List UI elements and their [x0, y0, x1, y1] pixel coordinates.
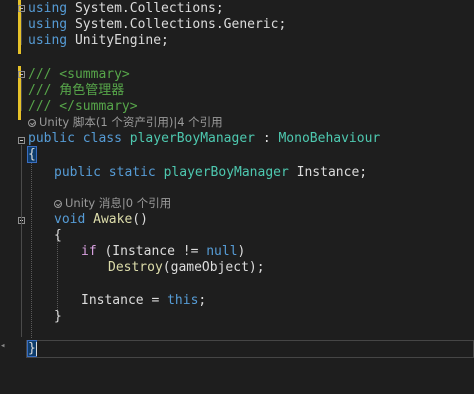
code-text: (Instance != [96, 244, 207, 259]
text-caret [36, 342, 37, 356]
code-editor[interactable]: using System.Collections; using System.C… [0, 0, 474, 377]
code-text: ; [198, 293, 207, 308]
code-text: (gameObject); [162, 260, 265, 275]
keyword: static [100, 165, 164, 180]
codelens-text[interactable]: Unity 脚本(1 个资产引用)|4 个引用 [39, 115, 223, 129]
code-text: ) [237, 244, 246, 259]
open-brace: { [27, 146, 37, 163]
base-class-name: MonoBehaviour [278, 131, 381, 146]
keyword: using [28, 33, 68, 48]
close-brace: } [54, 309, 62, 324]
keyword: void [54, 212, 86, 227]
code-text: Instance; [288, 165, 368, 180]
keyword: public [54, 165, 101, 180]
code-text: System.Collections; [67, 1, 224, 16]
code-line[interactable]: } [0, 308, 474, 326]
control-keyword: if [81, 244, 97, 259]
code-text: Instance = [81, 293, 168, 308]
doc-comment: /// </summary> [28, 99, 138, 114]
keyword: null [206, 244, 238, 259]
code-text: : [255, 131, 279, 146]
code-text: UnityEngine; [67, 33, 169, 48]
code-line[interactable]: public static playerBoyManager Instance; [0, 164, 474, 182]
code-line[interactable]: Destroy(gameObject); [0, 259, 474, 277]
codelens-icon [54, 199, 62, 208]
class-name: playerBoyManager [163, 165, 289, 180]
codelens-icon [28, 118, 36, 127]
keyword: using [28, 17, 68, 32]
code-line[interactable]: } [0, 340, 474, 358]
codelens-text[interactable]: Unity 消息|0 个引用 [65, 196, 171, 210]
method-name: Awake [85, 212, 133, 227]
code-line[interactable]: { [0, 146, 474, 164]
open-brace: { [54, 228, 62, 243]
code-text: System.Collections.Generic; [67, 17, 287, 32]
close-brace: } [27, 340, 37, 357]
keyword: this [167, 293, 199, 308]
method-name: Destroy [108, 260, 163, 275]
codelens[interactable]: Unity 脚本(1 个资产引用)|4 个引用 [0, 115, 223, 130]
class-name: playerBoyManager [129, 131, 255, 146]
code-line[interactable]: using UnityEngine; [0, 32, 474, 50]
code-line[interactable]: /// </summary> [0, 98, 474, 116]
codelens[interactable]: Unity 消息|0 个引用 [0, 196, 171, 211]
keyword: class [74, 131, 130, 146]
keyword: public [28, 131, 75, 146]
keyword: using [28, 1, 68, 16]
code-text: () [132, 212, 148, 227]
